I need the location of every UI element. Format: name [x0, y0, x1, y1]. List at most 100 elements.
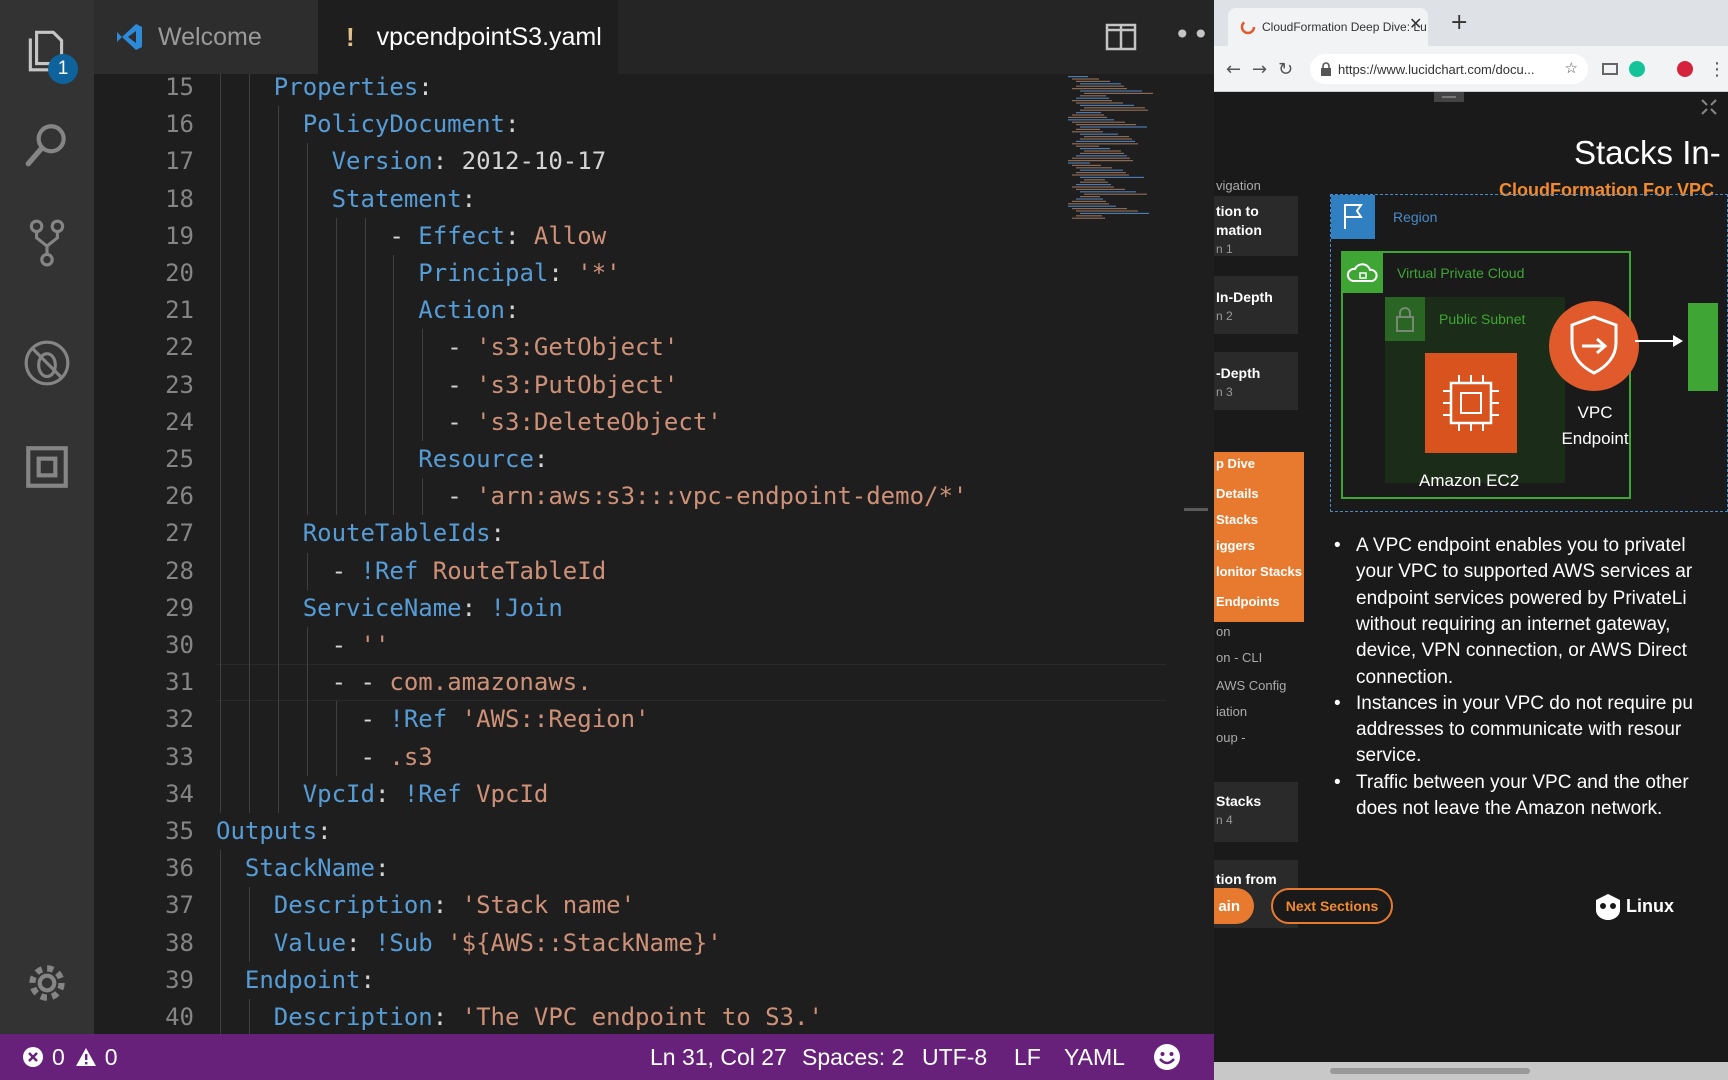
- forward-icon[interactable]: →: [1252, 46, 1267, 92]
- minimap-line: [1080, 148, 1110, 150]
- code-line[interactable]: Version: 2012-10-17: [332, 143, 607, 180]
- language-mode[interactable]: YAML: [1064, 1034, 1125, 1080]
- tab-welcome[interactable]: Welcome: [94, 0, 318, 74]
- code-line[interactable]: Action:: [418, 292, 519, 329]
- code-line[interactable]: - Effect: Allow: [389, 218, 606, 255]
- code-text[interactable]: Properties: PolicyDocument: Version: 2012-…: [216, 74, 1166, 1034]
- encoding[interactable]: UTF-8: [922, 1034, 987, 1080]
- code-line[interactable]: Description: 'The VPC endpoint to S3.': [274, 999, 823, 1034]
- line-ending[interactable]: LF: [1014, 1034, 1041, 1080]
- side-nav-item-2[interactable]: In-Depth n 2: [1214, 276, 1298, 334]
- code-line[interactable]: Statement:: [332, 181, 477, 218]
- split-editor-icon[interactable]: [1104, 20, 1138, 54]
- minimap-line: [1076, 97, 1109, 99]
- code-line[interactable]: - !Ref RouteTableId: [332, 553, 607, 590]
- bookmark-star-icon[interactable]: ☆: [1565, 59, 1578, 77]
- code-line[interactable]: Value: !Sub '${AWS::StackName}': [274, 925, 722, 962]
- bullet-line: • Traffic between your VPC and the other: [1334, 769, 1689, 798]
- indent-guide: [306, 329, 308, 367]
- code-line[interactable]: - !Ref 'AWS::Region': [361, 701, 650, 738]
- back-icon[interactable]: ←: [1226, 46, 1241, 92]
- side-nav-link[interactable]: AWS Config: [1216, 678, 1286, 693]
- explorer-icon[interactable]: [0, 4, 94, 98]
- code-line[interactable]: Description: 'Stack name': [274, 887, 635, 924]
- collapse-icon[interactable]: [1700, 98, 1718, 116]
- problems-indicator[interactable]: 0 0: [22, 1034, 118, 1080]
- section-item[interactable]: iggers: [1216, 538, 1255, 553]
- next-sections-button[interactable]: Next Sections: [1271, 888, 1393, 924]
- side-nav-item-3[interactable]: -Depth n 3: [1214, 352, 1298, 410]
- minimap-line: [1076, 188, 1125, 190]
- new-tab-icon[interactable]: +: [1450, 10, 1468, 35]
- section-item-active[interactable]: Endpoints: [1216, 594, 1280, 609]
- cursor-position[interactable]: Ln 31, Col 27: [650, 1034, 787, 1080]
- indent-guide: [335, 292, 337, 330]
- indent-guide: [393, 292, 395, 330]
- side-nav-item-1[interactable]: tion to mation n 1: [1214, 196, 1298, 256]
- code-line[interactable]: VpcId: !Ref VpcId: [303, 776, 549, 813]
- indent-guide: [220, 217, 221, 255]
- search-icon[interactable]: [0, 98, 94, 192]
- drag-handle-icon[interactable]: [1434, 92, 1464, 102]
- side-nav-link[interactable]: iation: [1216, 704, 1247, 719]
- indentation[interactable]: Spaces: 2: [802, 1034, 904, 1080]
- minimap-line: [1084, 92, 1153, 94]
- side-nav-active-section[interactable]: p Dive Details Stacks iggers lonitor Sta…: [1214, 452, 1304, 622]
- indent-guide: [306, 403, 308, 441]
- close-tab-icon[interactable]: ✕: [1409, 14, 1422, 33]
- minimap[interactable]: [1064, 74, 1184, 274]
- source-control-icon[interactable]: [0, 196, 94, 290]
- extensions-icon[interactable]: [0, 420, 94, 514]
- code-line[interactable]: ServiceName: !Join: [303, 590, 563, 627]
- side-nav-link[interactable]: on - CLI: [1216, 650, 1262, 665]
- code-line[interactable]: - .s3: [361, 739, 433, 776]
- browser-tab[interactable]: CloudFormation Deep Dive: Lu: [1228, 8, 1428, 46]
- code-line[interactable]: - - com.amazonaws.: [332, 664, 592, 701]
- code-editor[interactable]: 15 16 17 18 19 20 21 22 23 24 25 26 27 28 29 30 31 32 33 34…: [94, 74, 1214, 1034]
- url-text: https://www.lucidchart.com/docu...: [1338, 61, 1535, 77]
- tab-vpcendpoints3-yaml[interactable]: ! vpcendpointS3.yaml: [318, 0, 618, 74]
- indent-guide: [422, 366, 424, 404]
- indent-guide: [220, 515, 221, 553]
- side-nav-link[interactable]: on: [1216, 624, 1230, 639]
- section-item[interactable]: lonitor Stacks: [1216, 564, 1302, 579]
- side-nav-link[interactable]: oup -: [1216, 730, 1246, 745]
- code-line[interactable]: RouteTableIds:: [303, 515, 505, 552]
- minimap-line: [1084, 136, 1129, 138]
- code-line[interactable]: Outputs:: [216, 813, 332, 850]
- horizontal-scrollbar[interactable]: [1330, 1068, 1530, 1074]
- code-line[interactable]: Properties:: [274, 74, 433, 106]
- side-nav-item-4[interactable]: Stacks n 4: [1214, 782, 1298, 842]
- debug-icon[interactable]: [0, 316, 94, 410]
- code-line[interactable]: StackName:: [245, 850, 390, 887]
- code-line[interactable]: Resource:: [418, 441, 548, 478]
- yaml-file-icon: !: [346, 21, 355, 52]
- line-number: 21: [165, 296, 194, 325]
- code-line[interactable]: Principal: '*': [418, 255, 620, 292]
- extension-icon[interactable]: [1602, 46, 1618, 92]
- browser-menu-icon[interactable]: ⋮: [1708, 46, 1726, 92]
- endpoint-label-line2: Endpoint: [1561, 429, 1629, 448]
- code-token: VpcId: [476, 779, 549, 808]
- minimap-line: [1068, 203, 1109, 205]
- reload-icon[interactable]: ↻: [1278, 46, 1293, 92]
- section-item[interactable]: Stacks: [1216, 512, 1258, 527]
- code-line[interactable]: - 's3:PutObject': [447, 367, 678, 404]
- gear-icon[interactable]: [0, 936, 94, 1030]
- indent-guide: [306, 441, 308, 479]
- code-line[interactable]: Endpoint:: [245, 962, 375, 999]
- code-line[interactable]: PolicyDocument:: [303, 106, 520, 143]
- code-line[interactable]: - 's3:DeleteObject': [447, 404, 722, 441]
- indent-guide: [220, 143, 221, 181]
- grammar-extension-icon[interactable]: [1628, 46, 1646, 92]
- address-bar[interactable]: https://www.lucidchart.com/docu... ☆: [1310, 54, 1588, 84]
- code-line[interactable]: - 's3:GetObject': [447, 329, 678, 366]
- code-line[interactable]: - '': [332, 627, 390, 664]
- section-item[interactable]: Details: [1216, 486, 1259, 501]
- feedback-smiley-icon[interactable]: [1152, 1034, 1182, 1080]
- profile-avatar[interactable]: [1676, 46, 1694, 92]
- overview-ruler-marker[interactable]: [1184, 508, 1208, 511]
- code-line[interactable]: - 'arn:aws:s3:::vpc-endpoint-demo/*': [447, 478, 967, 515]
- previous-button[interactable]: ain: [1214, 888, 1254, 924]
- endpoint-label-line1: VPC: [1577, 403, 1613, 422]
